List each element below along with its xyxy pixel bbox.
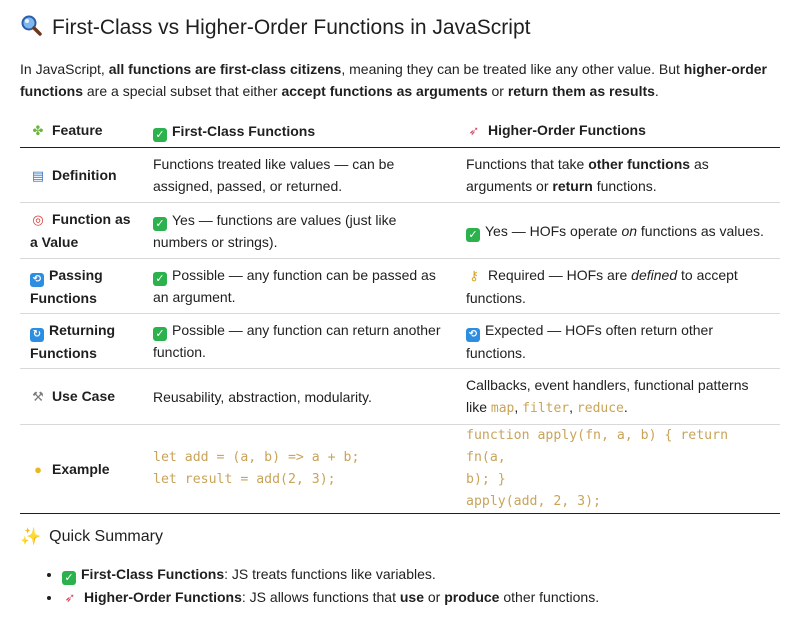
higher-order-cell: Callbacks, event handlers, functional pa… [456, 368, 780, 425]
target-icon: ◎ [32, 212, 44, 227]
code-line: let result = add(2, 3); [153, 472, 336, 487]
check-icon: ✓ [62, 571, 76, 585]
first-class-cell: Reusability, abstraction, modularity. [143, 368, 456, 425]
rocket-icon: ➶ [64, 590, 76, 605]
header-first-class: ✓ First-Class Functions [143, 114, 456, 148]
feature-cell: ▤ Definition [20, 147, 143, 203]
check-icon: ✓ [153, 127, 167, 142]
repeat-icon: ⟲ [466, 327, 480, 342]
higher-order-cell: ⚷ Required — HOFs are defined to accept f… [456, 258, 780, 314]
header-higher-order: ➶ Higher-Order Functions [456, 114, 780, 148]
table-row: ⟲ Passing Functions ✓ Possible — any funct… [20, 258, 780, 314]
check-icon: ✓ [153, 272, 167, 286]
first-class-cell: ✓ Possible — any function can return anot… [143, 313, 456, 369]
key-icon: ⚷ [469, 267, 479, 283]
list-item: ✓First-Class Functions: JS treats functi… [62, 563, 599, 586]
table-row: ◎ Function as a Value ✓ Yes — functions ar… [20, 202, 780, 259]
higher-order-cell: ⟲ Expected — HOFs often return other func… [456, 313, 780, 369]
first-class-cell: ✓ Yes — functions are values (just like n… [143, 202, 456, 259]
header-feature: ✤ Feature [20, 114, 143, 148]
lightbulb-icon: ● [34, 461, 42, 477]
higher-order-cell: ✓ Yes — HOFs operate on functions as valu… [456, 202, 780, 259]
table-row: ● Example let add = (a, b) => a + b; let … [20, 424, 780, 514]
higher-order-cell: Functions that take other functions as a… [456, 147, 780, 203]
tools-icon: ⚒ [32, 389, 44, 404]
feature-cell: ⟲ Passing Functions [20, 258, 143, 314]
puzzle-icon: ✤ [32, 123, 44, 138]
code-line: apply(add, 2, 3); [466, 494, 601, 509]
summary-list: ✓First-Class Functions: JS treats functi… [40, 563, 599, 609]
table-row: ⚒ Use Case Reusability, abstraction, modu… [20, 368, 780, 425]
first-class-cell: Functions treated like values — can be a… [143, 147, 456, 203]
higher-order-cell: function apply(fn, a, b) { return fn(a, … [456, 424, 780, 514]
code-line: let add = (a, b) => a + b; [153, 450, 360, 465]
magnifier-icon [20, 14, 42, 41]
feature-cell: ⚒ Use Case [20, 368, 143, 425]
page-title: First-Class vs Higher-Order Functions in… [20, 14, 530, 41]
intro-paragraph: In JavaScript, all functions are first-c… [20, 61, 768, 99]
feature-cell: ◎ Function as a Value [20, 202, 143, 259]
check-icon: ✓ [466, 227, 480, 242]
first-class-cell: let add = (a, b) => a + b; let result = … [143, 424, 456, 514]
feature-cell: ↻ Returning Functions [20, 313, 143, 369]
table-header-row: ✤ Feature ✓ First-Class Functions ➶ Higher-… [20, 114, 780, 148]
repeat-icon: ⟲ [30, 272, 44, 287]
page: First-Class vs Higher-Order Functions in… [0, 0, 800, 623]
check-icon: ✓ [153, 216, 167, 231]
summary-heading: ✨ Quick Summary [20, 527, 163, 547]
code-line: b); } [466, 472, 506, 487]
code-line: function apply(fn, a, b) { return fn(a, [466, 428, 729, 465]
table-row: ▤ Definition Functions treated like value… [20, 147, 780, 203]
table-row: ↻ Returning Functions ✓ Possible — any fun… [20, 313, 780, 369]
rocket-icon: ➶ [468, 123, 480, 138]
book-icon: ▤ [31, 167, 45, 183]
first-class-cell: ✓ Possible — any function can be passed a… [143, 258, 456, 314]
check-icon: ✓ [153, 327, 167, 341]
sparkles-icon: ✨ [20, 527, 42, 547]
feature-cell: ● Example [20, 424, 143, 514]
comparison-table: ✤ Feature ✓ First-Class Functions ➶ Higher-… [20, 114, 780, 514]
page-title-text: First-Class vs Higher-Order Functions in… [52, 15, 531, 39]
list-item: ➶Higher-Order Functions: JS allows funct… [62, 586, 600, 609]
cycle-icon: ↻ [30, 327, 44, 342]
